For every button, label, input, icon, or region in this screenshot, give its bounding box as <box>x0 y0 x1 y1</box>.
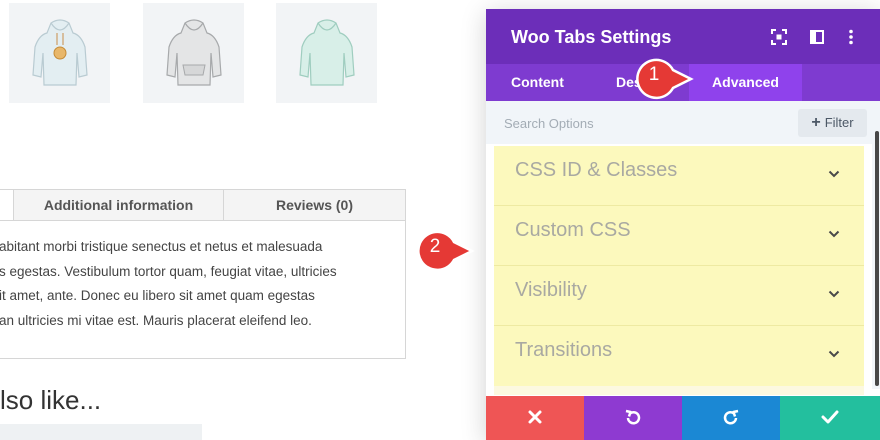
redo-icon <box>723 409 739 425</box>
chevron-down-icon <box>828 170 840 178</box>
chevron-down-icon <box>828 350 840 358</box>
option-label: Custom CSS <box>515 219 631 241</box>
woo-tabs-module: Additional information Reviews (0) abita… <box>0 189 406 359</box>
option-visibility[interactable]: Visibility <box>494 266 864 326</box>
option-css-id-classes[interactable]: CSS ID & Classes <box>494 146 864 206</box>
product-thumbnail[interactable] <box>276 3 377 103</box>
text-line: s egestas. Vestibulum tortor quam, feugi… <box>0 263 337 279</box>
hoodie-image <box>299 19 355 86</box>
related-products-heading: lso like... <box>0 385 102 415</box>
redo-button[interactable] <box>682 396 780 440</box>
undo-icon <box>625 409 641 425</box>
tab-content[interactable]: Content <box>511 64 564 101</box>
chevron-down-icon <box>828 290 840 298</box>
product-thumbnail[interactable] <box>9 3 110 103</box>
check-icon <box>821 410 839 424</box>
filter-label: Filter <box>824 115 854 130</box>
hoodie-image <box>166 19 222 86</box>
advanced-options-list: CSS ID & Classes Custom CSS Visibility T… <box>494 146 864 386</box>
filter-button[interactable]: + Filter <box>798 109 867 137</box>
tab-advanced[interactable]: Advanced <box>689 64 802 101</box>
discard-button[interactable] <box>486 396 584 440</box>
options-fade <box>494 386 864 395</box>
undo-button[interactable] <box>584 396 682 440</box>
scrollbar-thumb[interactable] <box>875 131 879 386</box>
chevron-down-icon <box>828 230 840 238</box>
expand-icon[interactable] <box>770 28 788 46</box>
more-options-icon[interactable] <box>842 28 860 46</box>
search-options-input[interactable] <box>504 112 754 134</box>
tab-description[interactable] <box>0 190 14 220</box>
woo-tabs-bar: Additional information Reviews (0) <box>0 190 405 221</box>
tab-additional-information[interactable]: Additional information <box>14 190 224 220</box>
product-thumbnail[interactable] <box>143 3 244 103</box>
option-label: CSS ID & Classes <box>515 159 678 181</box>
marker-number: 2 <box>429 236 441 257</box>
tab-panel-text: abitant morbi tristique senectus et netu… <box>0 235 399 333</box>
text-line: abitant morbi tristique senectus et netu… <box>0 239 323 254</box>
marker-number: 1 <box>648 64 660 85</box>
annotation-marker-1: 1 <box>633 55 695 103</box>
annotation-marker-2: 2 <box>414 227 476 275</box>
modal-title: Woo Tabs Settings <box>511 27 672 47</box>
split-view-icon[interactable] <box>808 28 826 46</box>
text-line: it amet, ante. Donec eu libero sit amet … <box>0 288 315 303</box>
option-label: Visibility <box>515 279 587 301</box>
related-products-placeholder <box>0 424 202 440</box>
option-custom-css[interactable]: Custom CSS <box>494 206 864 266</box>
option-label: Transitions <box>515 339 613 361</box>
plus-icon: + <box>811 114 821 131</box>
modal-footer <box>486 396 880 440</box>
close-icon <box>528 410 542 424</box>
save-button[interactable] <box>780 396 880 440</box>
text-line: an ultricies mi vitae est. Mauris placer… <box>0 312 312 328</box>
hoodie-image <box>32 19 88 86</box>
tab-reviews[interactable]: Reviews (0) <box>224 190 405 220</box>
option-transitions[interactable]: Transitions <box>494 326 864 386</box>
